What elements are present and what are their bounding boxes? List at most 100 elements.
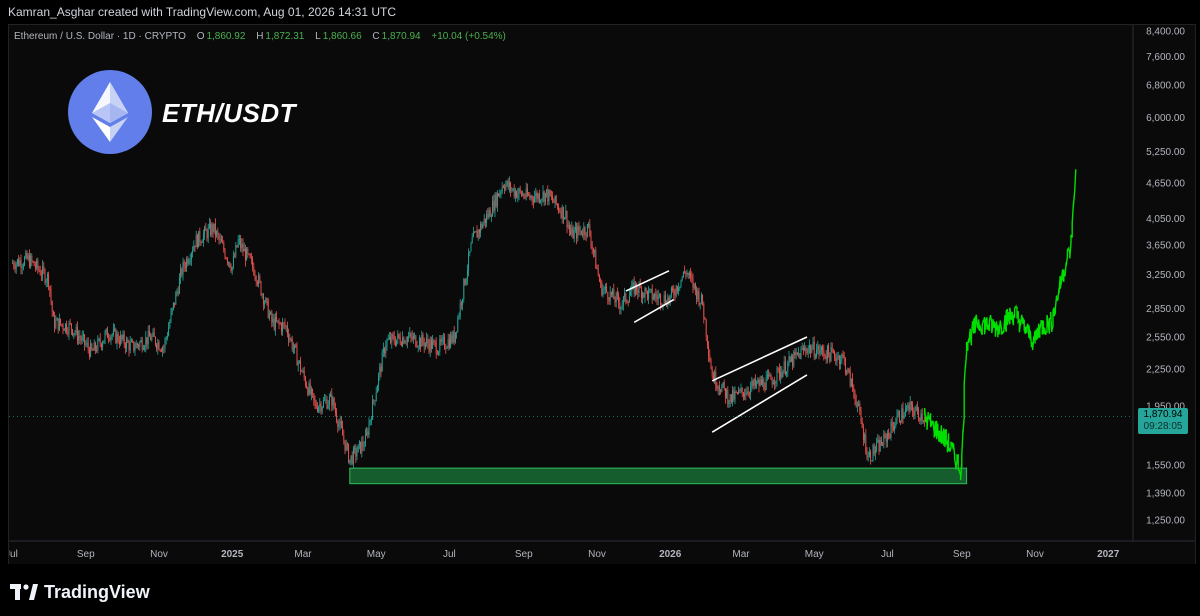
- close-value: 1,870.94: [381, 31, 421, 42]
- candle-body: [444, 337, 446, 349]
- candle-body: [72, 329, 74, 336]
- candle-body: [560, 211, 562, 218]
- candle-body: [574, 227, 576, 231]
- candle-body: [585, 234, 587, 236]
- candle-body: [330, 394, 332, 397]
- candle-body: [817, 345, 819, 350]
- candle-body: [645, 288, 647, 291]
- candle-body: [433, 340, 435, 342]
- candle-body: [586, 224, 588, 236]
- candle-body: [232, 256, 234, 267]
- candle-body: [544, 192, 546, 202]
- candle-body: [157, 342, 159, 349]
- candle-body: [642, 293, 644, 299]
- candle-body: [32, 261, 34, 263]
- candle-body: [45, 280, 47, 283]
- candle-body: [400, 343, 402, 346]
- candle-body: [685, 272, 687, 275]
- attribution-text: Kamran_Asghar created with TradingView.c…: [8, 5, 397, 19]
- candle-body: [141, 340, 143, 350]
- candle-body: [882, 445, 884, 446]
- candle-body: [102, 343, 104, 348]
- candle-body: [73, 333, 75, 336]
- candle-body: [919, 417, 921, 421]
- candle-body: [379, 366, 381, 375]
- candle-body: [894, 426, 896, 431]
- candle-body: [198, 231, 200, 248]
- candle-body: [795, 352, 797, 355]
- candle-body: [802, 348, 804, 350]
- candle-body: [880, 439, 882, 446]
- candle-body: [722, 382, 724, 387]
- candle-body: [591, 245, 593, 249]
- candle-body: [804, 347, 806, 350]
- candle-body: [352, 448, 354, 465]
- candle-body: [34, 265, 36, 268]
- candle-body: [692, 278, 694, 288]
- candle-body: [127, 339, 129, 343]
- candle-body: [856, 404, 858, 407]
- candle-body: [392, 334, 394, 337]
- candle-body: [561, 206, 563, 218]
- candle-body: [632, 282, 634, 285]
- y-tick-label: 4,050.00: [1146, 214, 1185, 225]
- candle-body: [750, 386, 752, 394]
- x-tick-label: Nov: [150, 549, 168, 560]
- candle-body: [900, 421, 902, 423]
- candle-body: [112, 329, 114, 335]
- candle-body: [912, 404, 914, 412]
- candle-body: [670, 288, 672, 295]
- candle-body: [487, 214, 489, 218]
- candle-body: [150, 336, 152, 340]
- candle-body: [648, 290, 650, 299]
- candle-countdown: 09:28:05: [1143, 421, 1183, 432]
- y-tick-label: 1,390.00: [1146, 488, 1185, 499]
- y-tick-label: 1,250.00: [1146, 516, 1185, 527]
- candle-body: [50, 290, 52, 302]
- candle-body: [445, 348, 447, 349]
- candle-body: [729, 394, 731, 403]
- candle-body: [757, 379, 759, 383]
- candle-body: [505, 184, 507, 190]
- candle-body: [736, 392, 738, 394]
- x-tick-label: 2026: [659, 549, 682, 560]
- candle-body: [276, 316, 278, 322]
- candle-body: [738, 390, 740, 394]
- candle-body: [687, 273, 689, 276]
- candle-body: [289, 338, 291, 341]
- tradingview-logo-icon: [10, 584, 38, 600]
- candle-body: [603, 288, 605, 290]
- candle-body: [475, 231, 477, 233]
- candle-body: [490, 216, 492, 218]
- x-tick-label: Sep: [77, 549, 95, 560]
- x-tick-label: May: [367, 549, 386, 560]
- candle-body: [133, 341, 135, 351]
- candle-body: [477, 230, 479, 238]
- candle-body: [889, 434, 891, 438]
- candle-body: [567, 225, 569, 228]
- tradingview-logo[interactable]: TradingView: [10, 582, 150, 602]
- candle-body: [489, 209, 491, 217]
- candle-body: [774, 382, 776, 384]
- candle-body: [92, 349, 94, 351]
- candle-body: [304, 377, 306, 386]
- candle-body: [148, 330, 150, 337]
- candle-body: [454, 332, 456, 343]
- candle-body: [187, 258, 189, 264]
- candle-body: [100, 343, 102, 348]
- candle-body: [655, 294, 657, 297]
- candle-body: [58, 318, 60, 331]
- brand-name: TradingView: [44, 581, 150, 602]
- candle-body: [192, 250, 194, 254]
- candle-body: [162, 347, 164, 352]
- candle-body: [468, 253, 470, 271]
- candle-body: [54, 316, 56, 329]
- candle-body: [94, 342, 96, 350]
- candle-body: [208, 223, 210, 228]
- candle-body: [758, 379, 760, 387]
- candle-body: [735, 392, 737, 393]
- candle-body: [235, 245, 237, 257]
- x-tick-label: Nov: [1026, 549, 1044, 560]
- change-value: +10.04 (+0.54%): [431, 31, 506, 42]
- candle-body: [868, 451, 870, 456]
